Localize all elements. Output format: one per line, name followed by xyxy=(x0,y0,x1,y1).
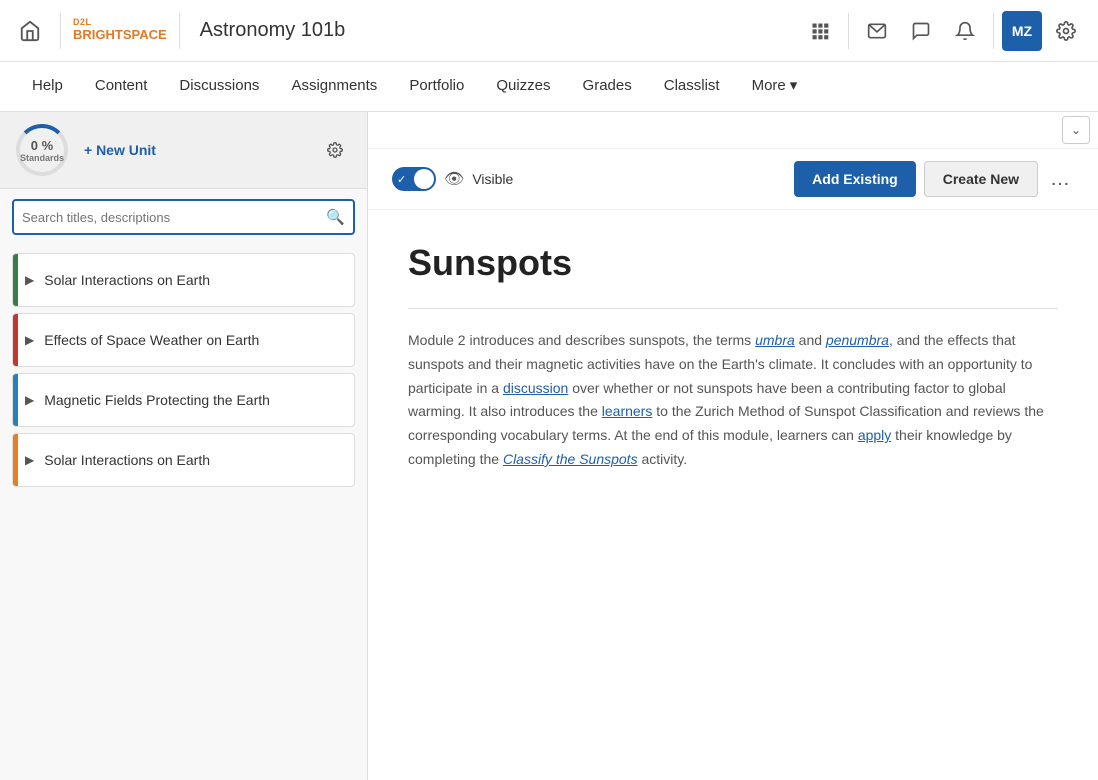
list-item[interactable]: ▶ Solar Interactions on Earth xyxy=(12,253,355,307)
progress-label: Standards xyxy=(20,153,64,163)
chevron-right-icon: ▶ xyxy=(25,273,34,287)
new-unit-button[interactable]: + New Unit xyxy=(76,138,164,162)
new-unit-label: + New Unit xyxy=(84,142,156,158)
learners-link[interactable]: learners xyxy=(602,403,653,419)
nav-item-assignments[interactable]: Assignments xyxy=(275,62,393,112)
list-item[interactable]: ▶ Effects of Space Weather on Earth xyxy=(12,313,355,367)
nav-item-discussions[interactable]: Discussions xyxy=(163,62,275,112)
nav-item-grades[interactable]: Grades xyxy=(567,62,648,112)
chevron-right-icon: ▶ xyxy=(25,333,34,347)
chevron-right-icon: ▶ xyxy=(25,393,34,407)
divider-2 xyxy=(179,13,180,49)
toggle-thumb xyxy=(414,169,434,189)
toolbar-right: Add Existing Create New … xyxy=(794,161,1074,197)
apply-link[interactable]: apply xyxy=(858,427,891,443)
content-title: Sunspots xyxy=(408,242,1058,284)
more-label: More xyxy=(752,77,786,94)
classify-sunspots-link[interactable]: Classify the Sunspots xyxy=(503,451,638,467)
collapse-button[interactable]: ⌄ xyxy=(1062,116,1090,144)
chevron-down-icon: ▾ xyxy=(790,76,798,94)
secondary-nav: Help Content Discussions Assignments Por… xyxy=(0,62,1098,112)
eye-icon: 👁 xyxy=(444,169,464,189)
visible-toggle-wrap: ✓ 👁 Visible xyxy=(392,167,513,191)
top-bar: D2L BRIGHTSPACE Astronomy 101b xyxy=(0,0,1098,62)
chevron-right-icon: ▶ xyxy=(25,453,34,467)
list-item-label-2: Effects of Space Weather on Earth xyxy=(44,331,259,349)
chat-icon-button[interactable] xyxy=(901,11,941,51)
list-item-label-4: Solar Interactions on Earth xyxy=(44,451,210,469)
search-bar: 🔍 xyxy=(0,189,367,245)
nav-item-content[interactable]: Content xyxy=(79,62,164,112)
item-border-1 xyxy=(13,254,18,306)
list-item[interactable]: ▶ Magnetic Fields Protecting the Earth xyxy=(12,373,355,427)
user-avatar[interactable]: MZ xyxy=(1002,11,1042,51)
nav-item-portfolio[interactable]: Portfolio xyxy=(393,62,480,112)
main-container: 0 % Standards + New Unit 🔍 xyxy=(0,112,1098,780)
visible-toggle[interactable]: ✓ xyxy=(392,167,436,191)
progress-percent: 0 % xyxy=(31,138,53,153)
nav-item-classlist[interactable]: Classlist xyxy=(648,62,736,112)
sidebar: 0 % Standards + New Unit 🔍 xyxy=(0,112,368,780)
nav-item-more[interactable]: More ▾ xyxy=(736,62,814,112)
list-item[interactable]: ▶ Solar Interactions on Earth xyxy=(12,433,355,487)
penumbra-link[interactable]: penumbra xyxy=(826,332,889,348)
divider-3 xyxy=(848,13,849,49)
search-input-wrap[interactable]: 🔍 xyxy=(12,199,355,235)
divider-4 xyxy=(993,13,994,49)
discussion-link[interactable]: discussion xyxy=(503,380,568,396)
item-border-4 xyxy=(13,434,18,486)
sidebar-list: ▶ Solar Interactions on Earth ▶ Effects … xyxy=(0,245,367,780)
home-button[interactable] xyxy=(12,13,48,49)
umbra-link[interactable]: umbra xyxy=(755,332,795,348)
course-title: Astronomy 101b xyxy=(200,19,346,42)
create-new-button[interactable]: Create New xyxy=(924,161,1038,197)
brand-name: BRIGHTSPACE xyxy=(73,28,167,42)
collapse-bar: ⌄ xyxy=(368,112,1098,149)
item-border-2 xyxy=(13,314,18,366)
add-existing-button[interactable]: Add Existing xyxy=(794,161,916,197)
progress-circle: 0 % Standards xyxy=(16,124,68,176)
toggle-check-icon: ✓ xyxy=(397,173,406,186)
visible-label: Visible xyxy=(472,171,513,187)
content-toolbar: ✓ 👁 Visible Add Existing Create New … xyxy=(368,149,1098,210)
item-border-3 xyxy=(13,374,18,426)
divider-1 xyxy=(60,13,61,49)
sidebar-gear-button[interactable] xyxy=(319,134,351,166)
content-divider xyxy=(408,308,1058,309)
bell-icon-button[interactable] xyxy=(945,11,985,51)
nav-item-quizzes[interactable]: Quizzes xyxy=(480,62,566,112)
brand-logo: D2L BRIGHTSPACE xyxy=(73,18,167,42)
content-body: Module 2 introduces and describes sunspo… xyxy=(408,329,1058,472)
nav-item-help[interactable]: Help xyxy=(16,62,79,112)
search-input[interactable] xyxy=(22,210,326,225)
list-item-label-1: Solar Interactions on Earth xyxy=(44,271,210,289)
content-area: ⌄ ✓ 👁 Visible Add Existing Create New … … xyxy=(368,112,1098,780)
more-options-button[interactable]: … xyxy=(1046,168,1074,191)
apps-icon-button[interactable] xyxy=(800,11,840,51)
list-item-label-3: Magnetic Fields Protecting the Earth xyxy=(44,391,270,409)
sidebar-top: 0 % Standards + New Unit xyxy=(0,112,367,189)
settings-icon-button[interactable] xyxy=(1046,11,1086,51)
top-bar-actions: MZ xyxy=(800,11,1086,51)
search-icon[interactable]: 🔍 xyxy=(326,208,345,226)
content-scroll: Sunspots Module 2 introduces and describ… xyxy=(368,210,1098,780)
mail-icon-button[interactable] xyxy=(857,11,897,51)
